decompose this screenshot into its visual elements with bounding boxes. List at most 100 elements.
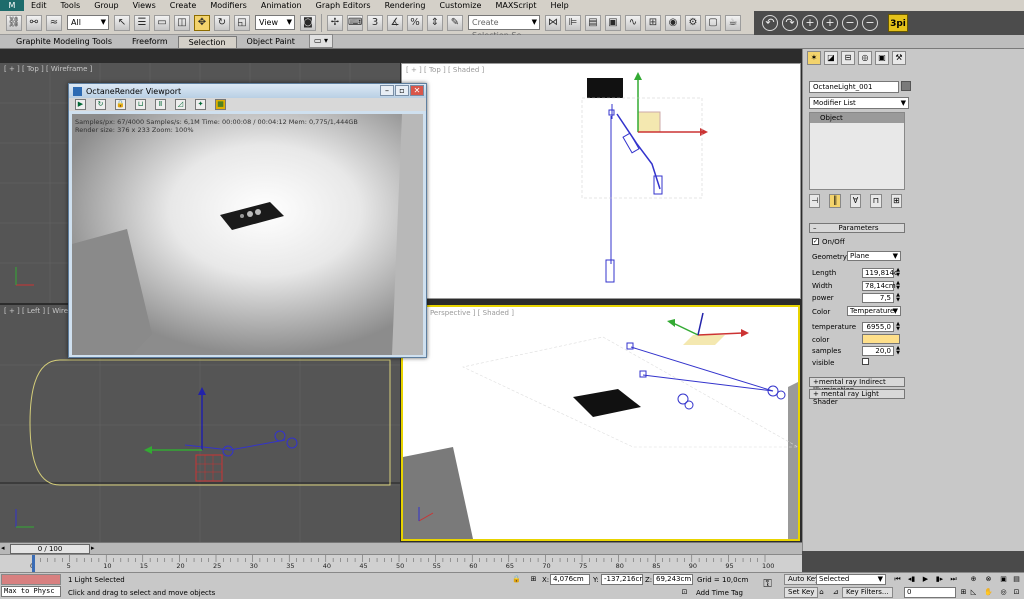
object-color-swatch[interactable] bbox=[901, 81, 911, 91]
reference-coordinate-dropdown[interactable]: View ▼ bbox=[255, 15, 295, 30]
render-setup-icon[interactable]: ⚙ bbox=[685, 14, 701, 31]
viewport-top-shaded[interactable]: [ + ] [ Top ] [ Shaded ] bbox=[401, 63, 801, 299]
menu-help[interactable]: Help bbox=[544, 0, 576, 11]
z-coord-input[interactable]: 69,243cm bbox=[653, 574, 693, 585]
curve-editor-icon[interactable]: ∿ bbox=[625, 14, 641, 31]
selection-lock-icon[interactable]: 🔒 bbox=[511, 574, 522, 585]
ribbon-toggle-button[interactable]: ▭ ▾ bbox=[308, 34, 334, 48]
spinner-snap-icon[interactable]: ⇕ bbox=[427, 14, 443, 31]
select-scale-icon[interactable]: ◱ bbox=[234, 14, 250, 31]
keyboard-shortcut-icon[interactable]: ⌨ bbox=[347, 14, 363, 31]
transform-gizmo-icon[interactable] bbox=[144, 387, 206, 454]
set-key-button[interactable]: Set Key bbox=[784, 587, 819, 598]
modify-tab-icon[interactable]: ◪ bbox=[824, 51, 838, 65]
visible-checkbox[interactable] bbox=[862, 358, 869, 365]
octane-render-window[interactable]: OctaneRender Viewport – ▫ ✕ ▶ ↻ 🔒 ⊔ Ⅱ ◿ … bbox=[68, 83, 427, 358]
power-input[interactable]: 7,5 bbox=[862, 293, 894, 303]
pause-icon[interactable]: Ⅱ bbox=[155, 99, 166, 110]
width-spinner[interactable]: ▲ ▼ bbox=[895, 281, 901, 291]
pivot-center-icon[interactable]: ◙ bbox=[300, 14, 316, 31]
maxscript-mini-listener[interactable]: Max to Physc bbox=[1, 586, 61, 597]
absolute-mode-icon[interactable]: ⊞ bbox=[528, 574, 539, 585]
motion-tab-icon[interactable]: ◎ bbox=[858, 51, 872, 65]
refresh-icon[interactable]: ↻ bbox=[95, 99, 106, 110]
tab-graphite-modeling-tools[interactable]: Graphite Modeling Tools bbox=[6, 36, 122, 48]
next-key-icon[interactable]: ▮▸ bbox=[934, 574, 945, 585]
on-off-checkbox[interactable]: ✓ bbox=[812, 238, 819, 245]
power-spinner[interactable]: ▲ ▼ bbox=[895, 293, 901, 303]
maximize-viewport-icon[interactable]: ⊡ bbox=[1011, 587, 1022, 598]
geometry-dropdown[interactable]: Plane ▼ bbox=[847, 251, 901, 261]
modifier-list-dropdown[interactable]: Modifier List ▼ bbox=[809, 97, 909, 109]
temperature-spinner[interactable]: ▲ ▼ bbox=[895, 322, 901, 332]
focus-picker-icon[interactable]: ✦ bbox=[195, 99, 206, 110]
redo-icon[interactable]: ↷ bbox=[782, 15, 798, 31]
x-coord-input[interactable]: 4,076cm bbox=[550, 574, 590, 585]
time-tag-icon[interactable]: ⊡ bbox=[679, 587, 690, 598]
pin-stack-icon[interactable]: ⊣ bbox=[809, 194, 821, 208]
schematic-view-icon[interactable]: ⊞ bbox=[645, 14, 661, 31]
percent-snap-icon[interactable]: % bbox=[407, 14, 423, 31]
goto-end-icon[interactable]: ⏭ bbox=[948, 574, 959, 585]
prev-key-icon[interactable]: ◂▮ bbox=[906, 574, 917, 585]
bind-space-warp-icon[interactable]: ≈ bbox=[46, 14, 62, 31]
select-by-name-icon[interactable]: ☰ bbox=[134, 14, 150, 31]
rect-selection-icon[interactable]: ▭ bbox=[154, 14, 170, 31]
key-filter-icon[interactable]: ⌂ bbox=[816, 587, 827, 598]
rendered-frame-window-icon[interactable]: ▢ bbox=[705, 14, 721, 31]
render-production-icon[interactable]: ☕ bbox=[725, 14, 741, 31]
color-swatch[interactable] bbox=[862, 334, 900, 344]
add-time-tag[interactable]: Add Time Tag bbox=[696, 589, 743, 597]
light-shader-rollout[interactable]: + mental ray Light Shader bbox=[809, 389, 905, 406]
current-frame-input[interactable]: 0 bbox=[904, 587, 956, 598]
object-name-field[interactable]: OctaneLight_001 bbox=[809, 81, 899, 93]
select-rotate-icon[interactable]: ↻ bbox=[214, 14, 230, 31]
key-mode-toggle-icon[interactable]: ⊿ bbox=[830, 587, 841, 598]
region-render-icon[interactable]: ◿ bbox=[175, 99, 186, 110]
key-filters-button[interactable]: Key Filters... bbox=[842, 587, 893, 598]
next-frame-icon[interactable]: ▸ bbox=[91, 544, 99, 554]
undo-icon[interactable]: ↶ bbox=[762, 15, 778, 31]
snaps-toggle-icon[interactable]: 3 bbox=[367, 14, 383, 31]
zoom-icon[interactable]: ⊕ bbox=[968, 574, 979, 585]
menu-views[interactable]: Views bbox=[126, 0, 163, 11]
tab-object-paint[interactable]: Object Paint bbox=[237, 36, 305, 48]
select-manipulate-icon[interactable]: ✢ bbox=[327, 14, 343, 31]
show-end-result-icon[interactable]: ║ bbox=[829, 194, 841, 208]
add-icon[interactable]: + bbox=[802, 15, 818, 31]
play-icon[interactable]: ▶ bbox=[920, 574, 931, 585]
length-input[interactable]: 119,814c bbox=[862, 268, 898, 278]
orbit-icon[interactable]: ◎ bbox=[998, 587, 1009, 598]
transform-gizmo-icon[interactable] bbox=[667, 312, 749, 337]
mirror-icon[interactable]: ⋈ bbox=[545, 14, 561, 31]
select-move-icon[interactable]: ✥ bbox=[194, 14, 210, 31]
hierarchy-tab-icon[interactable]: ⊟ bbox=[841, 51, 855, 65]
samples-input[interactable]: 20,0 bbox=[862, 346, 894, 356]
prev-frame-icon[interactable]: ◂ bbox=[1, 544, 9, 554]
configure-sets-icon[interactable]: ⊞ bbox=[890, 194, 903, 208]
menu-modifiers[interactable]: Modifiers bbox=[203, 0, 254, 11]
stack-item-object[interactable]: Object bbox=[810, 113, 904, 123]
app-logo[interactable]: M bbox=[0, 0, 24, 11]
utilities-tab-icon[interactable]: ⚒ bbox=[892, 51, 906, 65]
menu-rendering[interactable]: Rendering bbox=[378, 0, 433, 11]
octane-title-bar[interactable]: OctaneRender Viewport bbox=[69, 84, 426, 98]
graphite-toggle-icon[interactable]: ▣ bbox=[605, 14, 621, 31]
parameters-rollout[interactable]: – Parameters bbox=[809, 223, 905, 233]
unlock-icon[interactable]: ⊔ bbox=[135, 99, 146, 110]
angle-snap-icon[interactable]: ∡ bbox=[387, 14, 403, 31]
remove-icon[interactable]: − bbox=[842, 15, 858, 31]
minimize-button[interactable]: – bbox=[380, 85, 394, 96]
menu-maxscript[interactable]: MAXScript bbox=[488, 0, 543, 11]
remove-modifier-icon[interactable]: ⊓ bbox=[870, 194, 882, 208]
add-alt-icon[interactable]: + bbox=[822, 15, 838, 31]
y-coord-input[interactable]: -137,216cr bbox=[601, 574, 643, 585]
viewport-perspective-shaded[interactable]: [ + ] [ Perspective ] [ Shaded ] bbox=[401, 305, 800, 541]
unlink-icon[interactable]: ⚯ bbox=[26, 14, 42, 31]
lock-icon[interactable]: 🔒 bbox=[115, 99, 126, 110]
maxscript-listener-pink[interactable] bbox=[1, 574, 61, 585]
zoom-extents-icon[interactable]: ▣ bbox=[998, 574, 1009, 585]
make-unique-icon[interactable]: ∀ bbox=[849, 194, 862, 208]
select-object-icon[interactable]: ↖ bbox=[114, 14, 130, 31]
menu-group[interactable]: Group bbox=[87, 0, 125, 11]
